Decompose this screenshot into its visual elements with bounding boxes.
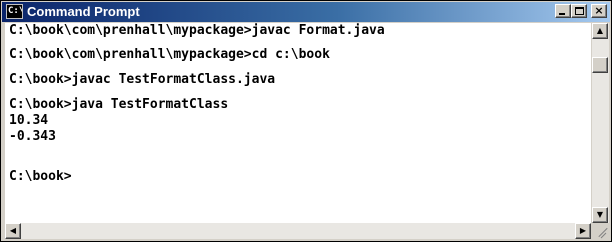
left-arrow-icon: ◀ (9, 226, 17, 235)
scroll-right-button[interactable]: ▶ (575, 223, 591, 239)
close-button[interactable]: × (591, 4, 607, 18)
minimize-icon (559, 13, 565, 15)
minimize-button[interactable] (555, 4, 571, 18)
vertical-scrollbar[interactable]: ▲ ▼ (592, 23, 609, 223)
window-title: Command Prompt (27, 4, 140, 19)
command-prompt-window: C:\ Command Prompt × C:\book\com\prenhal… (0, 0, 612, 242)
title-bar[interactable]: C:\ Command Prompt × (2, 2, 610, 22)
console-line: C:\book>java TestFormatClass (9, 97, 229, 112)
maximize-button[interactable] (571, 4, 587, 18)
up-arrow-icon: ▲ (596, 26, 604, 35)
right-arrow-icon: ▶ (579, 226, 587, 235)
console-output[interactable]: C:\book\com\prenhall\mypackage>javac For… (5, 23, 591, 223)
console-line: C:\book\com\prenhall\mypackage>javac For… (9, 23, 385, 38)
down-arrow-icon: ▼ (596, 210, 604, 219)
console-prompt-line: C:\book> (9, 169, 72, 184)
vertical-scroll-thumb[interactable] (592, 57, 608, 73)
scroll-left-button[interactable]: ◀ (5, 223, 21, 239)
resize-grip[interactable] (592, 223, 609, 239)
maximize-icon (575, 7, 584, 15)
console-line: -0.343 (9, 129, 56, 144)
console-line: C:\book\com\prenhall\mypackage>cd c:\boo… (9, 47, 330, 62)
scroll-down-button[interactable]: ▼ (592, 207, 608, 223)
close-icon: × (594, 4, 604, 17)
command-prompt-icon: C:\ (6, 4, 23, 19)
scroll-up-button[interactable]: ▲ (592, 23, 608, 39)
console-line: C:\book>javac TestFormatClass.java (9, 72, 276, 87)
horizontal-scrollbar[interactable]: ◀ ▶ (5, 223, 591, 239)
console-line: 10.34 (9, 113, 49, 128)
